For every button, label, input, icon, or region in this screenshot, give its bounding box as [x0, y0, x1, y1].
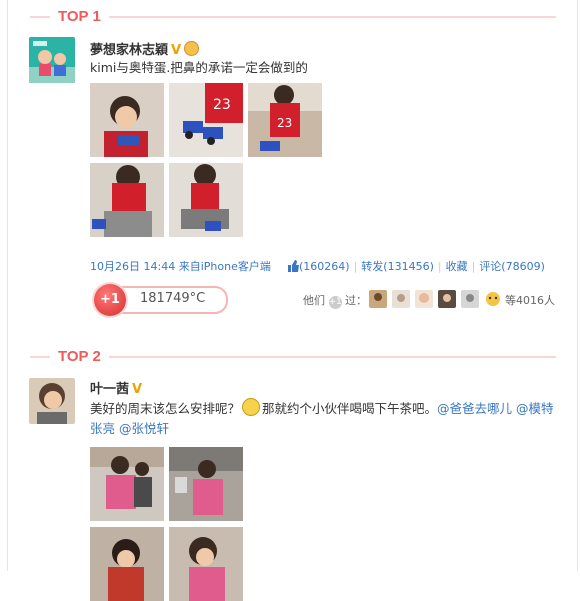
username[interactable]: 夢想家林志穎 V [90, 39, 200, 58]
svg-text:23: 23 [277, 116, 292, 130]
post-time-link[interactable]: 10月26日 14:44 [90, 260, 175, 273]
username[interactable]: 叶一茜 V [90, 378, 142, 397]
post-meta: 10月26日 14:44 来自iPhone客户端 [90, 258, 271, 274]
svg-text:23: 23 [213, 97, 231, 113]
mini-avatar[interactable] [392, 290, 410, 308]
photo-thumbnail[interactable] [169, 527, 243, 601]
rank-divider [30, 16, 556, 18]
username-text[interactable]: 叶一茜 [90, 382, 129, 397]
comment-button[interactable]: 评论(78609) [479, 260, 545, 273]
divider: | [353, 260, 358, 273]
photo-thumbnail[interactable]: 23 [248, 83, 322, 157]
post-text: 美好的周末该怎么安排呢？ 那就约个小伙伴喝喝下午茶吧。@爸爸去哪儿 @模特张亮 @… [90, 398, 555, 439]
rank-divider [30, 356, 556, 358]
photo-thumbnail[interactable]: 23 [169, 83, 243, 157]
crown-icon [184, 41, 200, 56]
post-actions: (160264) | 转发(131456) | 收藏 | 评论(78609) [287, 258, 545, 274]
verified-v-icon: V [171, 43, 182, 58]
mini-avatar[interactable] [484, 290, 502, 308]
photo-thumbnail[interactable] [90, 83, 164, 157]
like-count: (160264) [299, 260, 350, 273]
mention-link[interactable]: @张悦轩 [119, 421, 169, 436]
photo-thumbnail[interactable] [169, 163, 243, 237]
avatar[interactable] [29, 378, 75, 424]
plus-one-button[interactable]: +1 [94, 284, 126, 316]
plused-by-count[interactable]: 等4016人 [505, 292, 555, 308]
heat-value: 181749°C [140, 291, 206, 306]
repost-button[interactable]: 转发(131456) [361, 260, 434, 273]
divider: | [437, 260, 442, 273]
favorite-button[interactable]: 收藏 [446, 260, 468, 273]
photo-thumbnail[interactable] [90, 527, 164, 601]
plus-one-icon: +1 [328, 296, 342, 309]
post-text-part2: 那就约个小伙伴喝喝下午茶吧。 [262, 401, 438, 416]
verified-v-icon: V [132, 382, 143, 397]
plused-by-prefix: 他们 +1 过： [303, 292, 367, 309]
rank-header-top1: TOP 1 [30, 6, 556, 28]
mini-avatar[interactable] [461, 290, 479, 308]
heat-meter[interactable]: +1 181749°C [94, 284, 228, 316]
thumbs-up-icon [288, 260, 299, 272]
mini-avatar[interactable] [415, 290, 433, 308]
rank-label: TOP 2 [50, 346, 109, 368]
plused-by-suffix: 过： [345, 294, 367, 307]
rank-header-top2: TOP 2 [30, 346, 556, 368]
rank-label: TOP 1 [50, 6, 109, 28]
post-text: kimi与奥特蛋.把鼻的承诺一定会做到的 [90, 60, 308, 75]
photo-thumbnail[interactable] [169, 447, 243, 521]
plused-by-label: 他们 [303, 294, 325, 307]
like-button[interactable]: (160264) [287, 260, 350, 273]
mini-avatar[interactable] [369, 290, 387, 308]
mini-avatar[interactable] [438, 290, 456, 308]
photo-thumbnail[interactable] [90, 447, 164, 521]
emoji-icon [242, 398, 261, 416]
photo-thumbnail[interactable] [90, 163, 164, 237]
mention-link[interactable]: @爸爸去哪儿 [437, 401, 512, 416]
post-source-link[interactable]: 来自iPhone客户端 [179, 260, 271, 273]
username-text[interactable]: 夢想家林志穎 [90, 43, 168, 58]
post-text-part1: 美好的周末该怎么安排呢？ [90, 401, 241, 416]
avatar[interactable] [29, 37, 75, 83]
divider: | [471, 260, 476, 273]
